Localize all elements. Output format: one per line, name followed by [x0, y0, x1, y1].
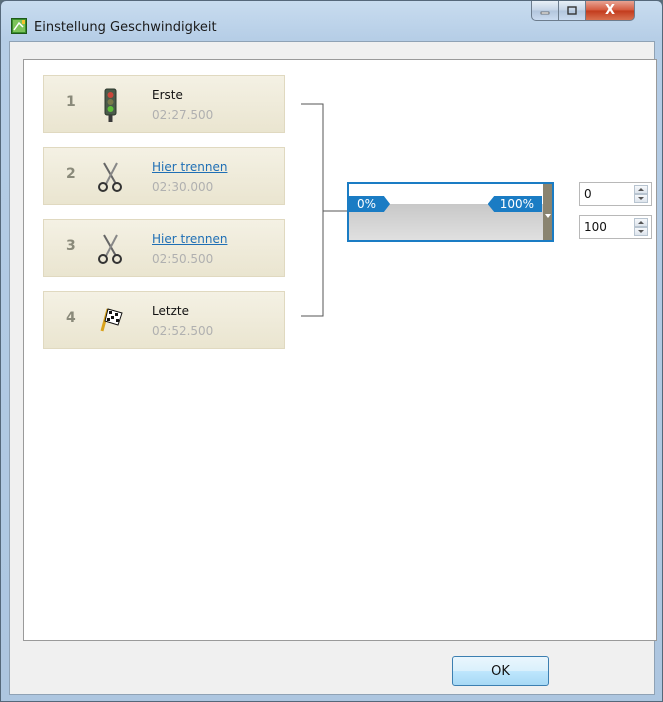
decrement-button[interactable] — [634, 227, 648, 236]
arrow-up-icon — [638, 221, 644, 224]
window-title: Einstellung Geschwindigkeit — [34, 20, 217, 35]
minimize-button[interactable] — [531, 1, 559, 21]
checkered-flag-icon — [100, 308, 123, 332]
spin-buttons — [634, 218, 648, 236]
item-time: 02:27.500 — [152, 108, 214, 122]
close-icon: X — [604, 3, 616, 18]
min-value-text[interactable]: 0 — [584, 187, 592, 201]
close-button[interactable]: X — [586, 1, 635, 21]
item-time: 02:52.500 — [152, 324, 214, 338]
max-value-text[interactable]: 100 — [584, 220, 607, 234]
split-here-link[interactable]: Hier trennen — [152, 160, 227, 174]
dialog-window: Einstellung Geschwindigkeit X 1 Erste 02… — [0, 0, 663, 702]
maximize-icon — [567, 6, 577, 15]
max-value-spinbox[interactable]: 100 — [579, 215, 652, 239]
chevron-down-icon — [545, 214, 551, 218]
range-max-handle[interactable]: 100% — [487, 196, 542, 212]
item-number: 4 — [66, 310, 76, 326]
arrow-down-icon — [638, 230, 644, 233]
app-icon — [11, 18, 27, 34]
arrow-down-icon — [638, 197, 644, 200]
bracket-connector — [301, 103, 347, 317]
item-number: 1 — [66, 94, 76, 110]
list-item-4[interactable]: 4 Letzte 02:52.500 — [43, 291, 285, 349]
increment-button[interactable] — [634, 185, 648, 194]
decrement-button[interactable] — [634, 194, 648, 203]
item-name: Letzte — [152, 304, 189, 318]
item-time: 02:50.500 — [152, 252, 214, 266]
item-name: Erste — [152, 88, 183, 102]
caption-buttons: X — [531, 1, 656, 22]
min-value-spinbox[interactable]: 0 — [579, 182, 652, 206]
item-number: 2 — [66, 166, 76, 182]
item-time: 02:30.000 — [152, 180, 214, 194]
list-item-1[interactable]: 1 Erste 02:27.500 — [43, 75, 285, 133]
maximize-button[interactable] — [559, 1, 586, 21]
spin-buttons — [634, 185, 648, 203]
ok-button[interactable]: OK — [452, 656, 549, 686]
range-min-handle[interactable]: 0% — [349, 196, 391, 212]
minimize-icon — [540, 11, 550, 14]
increment-button[interactable] — [634, 218, 648, 227]
speed-range-slider[interactable]: 0% 100% — [347, 182, 554, 242]
item-number: 3 — [66, 238, 76, 254]
list-item-3[interactable]: 3 Hier trennen 02:50.500 — [43, 219, 285, 277]
arrow-up-icon — [638, 188, 644, 191]
title-bar[interactable]: Einstellung Geschwindigkeit X — [1, 1, 662, 41]
list-item-2[interactable]: 2 Hier trennen 02:30.000 — [43, 147, 285, 205]
traffic-light-icon — [104, 88, 117, 122]
scissors-icon — [98, 162, 122, 192]
range-grip[interactable] — [543, 184, 552, 240]
scissors-icon — [98, 234, 122, 264]
split-here-link[interactable]: Hier trennen — [152, 232, 227, 246]
